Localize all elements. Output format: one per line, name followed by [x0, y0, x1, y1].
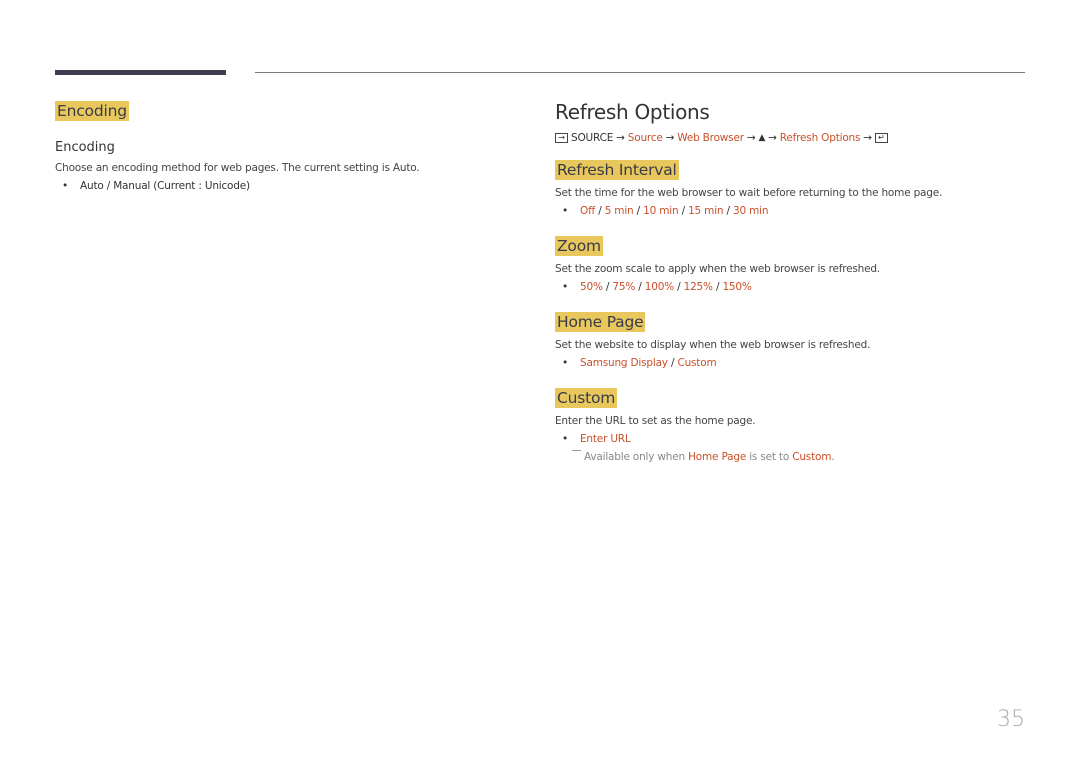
path-web-browser: Web Browser — [677, 132, 744, 144]
path-refresh-options: Refresh Options — [779, 132, 861, 144]
option: Samsung Display — [580, 357, 668, 369]
header-rule-thick — [55, 70, 226, 75]
up-triangle-icon: ▲ — [758, 133, 766, 143]
option: Off — [580, 205, 596, 217]
option-list: 50% / 75% / 100% / 125% / 150% — [555, 281, 1035, 293]
source-input-icon: → — [555, 133, 568, 143]
section-title-encoding: Encoding — [55, 101, 129, 121]
section-title: Zoom — [555, 236, 603, 256]
option-list: Samsung Display / Custom — [555, 357, 1035, 369]
option: Custom — [677, 357, 717, 369]
section-description: Set the time for the web browser to wait… — [555, 187, 943, 199]
note: Available only when Home Page is set to … — [555, 450, 1035, 463]
path-source-root: SOURCE — [571, 132, 614, 144]
note-custom: Custom — [792, 451, 832, 463]
header-rule-thin — [255, 72, 1025, 73]
section-custom: Custom Enter the URL to set as the home … — [555, 388, 1035, 463]
option: 15 min — [688, 205, 724, 217]
path-source: Source — [627, 132, 663, 144]
encoding-description: Choose an encoding method for web pages.… — [55, 162, 420, 174]
section-description: Set the website to display when the web … — [555, 339, 871, 351]
encoding-options: Auto / Manual (Current : Unicode) — [55, 180, 495, 192]
option: 100% — [644, 281, 674, 293]
option-list: Enter URL — [555, 433, 1035, 445]
arrow-icon: → — [768, 132, 777, 144]
arrow-icon: → — [665, 132, 675, 144]
subheading-encoding: Encoding — [55, 140, 115, 155]
section-title: Refresh Interval — [555, 160, 679, 180]
menu-path: → SOURCE → Source → Web Browser → ▲ → Re… — [555, 132, 1035, 144]
option: 75% — [612, 281, 636, 293]
option-list: Off / 5 min / 10 min / 15 min / 30 min — [555, 205, 1035, 217]
page-title: Refresh Options — [555, 100, 710, 124]
option: Enter URL — [580, 433, 631, 445]
option: 30 min — [733, 205, 769, 217]
arrow-icon: → — [863, 132, 872, 144]
section-description: Enter the URL to set as the home page. — [555, 415, 756, 427]
option: 10 min — [643, 205, 679, 217]
right-column: Refresh Options → SOURCE → Source → Web … — [555, 100, 1035, 463]
enter-icon: ↵ — [874, 133, 888, 143]
section-refresh-interval: Refresh Interval Set the time for the we… — [555, 160, 1035, 217]
section-title: Custom — [555, 388, 618, 408]
arrow-icon: → — [746, 132, 756, 144]
page-number: 35 — [997, 707, 1025, 732]
section-title: Home Page — [555, 312, 646, 332]
note-home-page: Home Page — [688, 451, 747, 463]
section-zoom: Zoom Set the zoom scale to apply when th… — [555, 236, 1035, 293]
option: 50% — [580, 281, 603, 293]
arrow-icon: → — [616, 132, 625, 144]
left-column: Encoding Encoding Choose an encoding met… — [55, 100, 495, 192]
section-home-page: Home Page Set the website to display whe… — [555, 312, 1035, 369]
section-description: Set the zoom scale to apply when the web… — [555, 263, 880, 275]
option: 5 min — [604, 205, 634, 217]
option: 150% — [722, 281, 752, 293]
option: 125% — [683, 281, 713, 293]
